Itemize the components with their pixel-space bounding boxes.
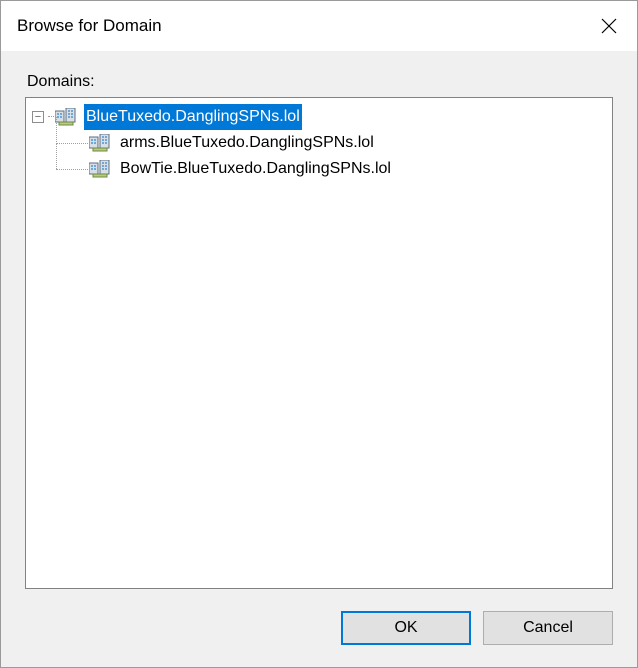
tree-connector bbox=[56, 130, 88, 156]
tree-connector bbox=[56, 156, 88, 182]
close-icon bbox=[601, 18, 617, 34]
tree-root-label: BlueTuxedo.DanglingSPNs.lol bbox=[84, 104, 302, 130]
ok-button[interactable]: OK bbox=[341, 611, 471, 645]
domain-icon bbox=[88, 159, 114, 179]
tree-child-row[interactable]: arms.BlueTuxedo.DanglingSPNs.lol bbox=[32, 130, 606, 156]
titlebar: Browse for Domain bbox=[1, 1, 637, 51]
close-button[interactable] bbox=[585, 2, 633, 50]
tree-root-row[interactable]: − bbox=[32, 104, 606, 130]
domains-label: Domains: bbox=[27, 73, 613, 91]
window-title: Browse for Domain bbox=[17, 16, 585, 36]
client-area: Domains: − bbox=[1, 51, 637, 667]
tree-child-label: arms.BlueTuxedo.DanglingSPNs.lol bbox=[118, 130, 376, 156]
cancel-button[interactable]: Cancel bbox=[483, 611, 613, 645]
dialog-window: Browse for Domain Domains: − bbox=[0, 0, 638, 668]
tree-child-label: BowTie.BlueTuxedo.DanglingSPNs.lol bbox=[118, 156, 393, 182]
domain-icon bbox=[54, 107, 80, 127]
domain-icon bbox=[88, 133, 114, 153]
tree-child-row[interactable]: BowTie.BlueTuxedo.DanglingSPNs.lol bbox=[32, 156, 606, 182]
expand-toggle[interactable]: − bbox=[32, 111, 44, 123]
button-row: OK Cancel bbox=[25, 589, 613, 645]
domain-tree[interactable]: − bbox=[25, 97, 613, 589]
